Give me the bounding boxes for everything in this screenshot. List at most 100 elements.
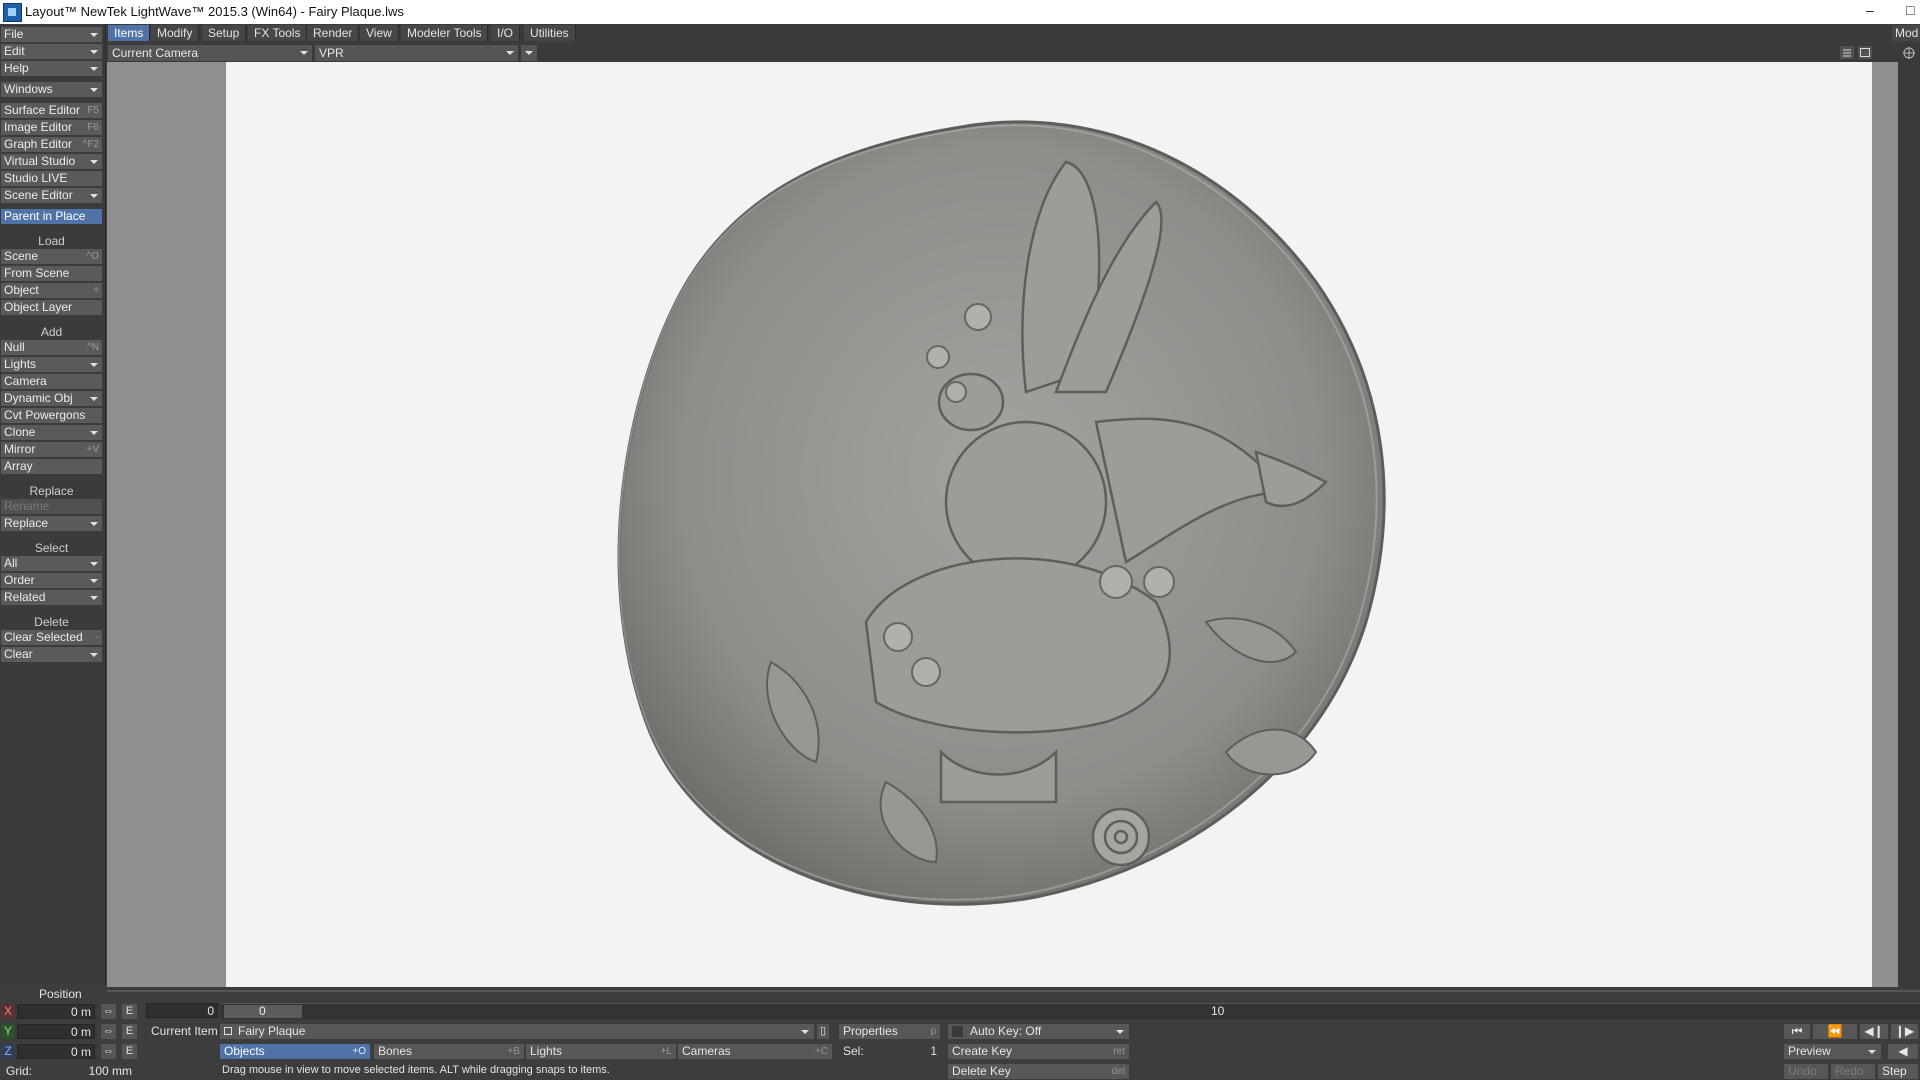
tab-modify[interactable]: Modify: [151, 25, 200, 41]
cvt-powergons-label: Cvt Powergons: [4, 408, 86, 422]
tab-setup[interactable]: Setup: [202, 25, 247, 41]
mirror-button[interactable]: Mirror +V: [1, 442, 102, 457]
add-null-button[interactable]: Null ^N: [1, 340, 102, 355]
position-y-field[interactable]: 0 m: [17, 1024, 95, 1039]
x-reset-icon[interactable]: ⇔: [101, 1004, 116, 1019]
item-lock-icon[interactable]: ▯: [817, 1024, 829, 1039]
current-frame-marker[interactable]: 0: [224, 1005, 302, 1018]
step-field[interactable]: Step: [1878, 1064, 1918, 1079]
load-from-scene-button[interactable]: From Scene: [1, 266, 102, 281]
item-type-objects[interactable]: Objects +O: [220, 1044, 370, 1059]
tab-view[interactable]: View: [360, 25, 399, 41]
graph-editor-button[interactable]: Graph Editor ^F2: [1, 137, 102, 152]
load-section-heading: Load: [38, 234, 65, 248]
preview-select[interactable]: Preview: [1784, 1044, 1881, 1059]
z-envelope-button[interactable]: E: [122, 1044, 137, 1059]
clear-selected-button[interactable]: Clear Selected -: [1, 630, 102, 645]
chevron-down-icon: [90, 397, 98, 401]
array-button[interactable]: Array: [1, 459, 102, 474]
cvt-powergons-button[interactable]: Cvt Powergons: [1, 408, 102, 423]
create-key-button[interactable]: Create Key ret: [948, 1044, 1129, 1059]
redo-button[interactable]: Redo: [1831, 1064, 1875, 1079]
grid-size-field[interactable]: 100 mm: [60, 1064, 135, 1079]
edit-menu[interactable]: Edit: [1, 44, 102, 59]
current-item-select[interactable]: Fairy Plaque: [220, 1024, 814, 1039]
render-mode-select[interactable]: VPR: [315, 45, 518, 61]
step-back-icon[interactable]: ◀❙: [1860, 1024, 1888, 1039]
create-key-label: Create Key: [952, 1044, 1013, 1058]
replace-menu[interactable]: Replace: [1, 516, 102, 531]
load-object-button[interactable]: Object +: [1, 283, 102, 298]
tab-modeler-switch[interactable]: Mod: [1892, 25, 1920, 41]
tab-utilities[interactable]: Utilities: [524, 25, 576, 41]
image-editor-button[interactable]: Image Editor F6: [1, 120, 102, 135]
virtual-studio-menu[interactable]: Virtual Studio: [1, 154, 102, 169]
play-forward-icon[interactable]: ❙▶: [1891, 1024, 1918, 1039]
shortcut-hint: ^F2: [82, 139, 99, 150]
item-type-lights[interactable]: Lights +L: [526, 1044, 676, 1059]
camera-select[interactable]: Current Camera: [108, 45, 312, 61]
z-reset-icon[interactable]: ⇔: [101, 1044, 116, 1059]
tab-items[interactable]: Items: [108, 25, 151, 41]
previous-key-icon[interactable]: ⏪: [1813, 1024, 1857, 1039]
timeline[interactable]: 0 0 10: [107, 990, 1920, 1020]
virtual-studio-label: Virtual Studio: [4, 154, 76, 168]
surface-editor-button[interactable]: Surface Editor F5: [1, 103, 102, 118]
scene-editor-menu[interactable]: Scene Editor: [1, 188, 102, 203]
viewport-list-icon[interactable]: [1840, 46, 1854, 59]
current-item-label: Current Item: [151, 1024, 218, 1038]
add-lights-menu[interactable]: Lights: [1, 357, 102, 372]
select-related-menu[interactable]: Related: [1, 590, 102, 605]
minimize-button[interactable]: –: [1866, 2, 1874, 18]
help-menu[interactable]: Help: [1, 61, 102, 76]
properties-button[interactable]: Properties p: [839, 1024, 940, 1039]
tab-io[interactable]: I/O: [491, 25, 521, 41]
graph-editor-label: Graph Editor: [4, 137, 73, 151]
position-z-field[interactable]: 0 m: [17, 1044, 95, 1059]
load-scene-button[interactable]: Scene ^O: [1, 249, 102, 264]
chevron-down-icon: [90, 160, 98, 164]
tab-modeler-tools[interactable]: Modeler Tools: [401, 25, 489, 41]
goto-start-icon[interactable]: ⏮: [1784, 1024, 1810, 1039]
start-frame-field[interactable]: 0: [146, 1003, 218, 1018]
add-camera-button[interactable]: Camera: [1, 374, 102, 389]
select-order-menu[interactable]: Order: [1, 573, 102, 588]
render-canvas[interactable]: [226, 62, 1872, 987]
tab-render[interactable]: Render: [307, 25, 360, 41]
item-type-bones[interactable]: Bones +B: [374, 1044, 524, 1059]
tab-fx-tools[interactable]: FX Tools: [248, 25, 308, 41]
y-reset-icon[interactable]: ⇔: [101, 1024, 116, 1039]
studio-live-button[interactable]: Studio LIVE: [1, 171, 102, 186]
lightwave-app-icon: [3, 3, 22, 22]
load-object-layer-button[interactable]: Object Layer: [1, 300, 102, 315]
clone-menu[interactable]: Clone: [1, 425, 102, 440]
x-envelope-button[interactable]: E: [122, 1004, 137, 1019]
image-editor-label: Image Editor: [4, 120, 73, 134]
replace-label: Replace: [4, 516, 49, 530]
add-dynamic-obj-menu[interactable]: Dynamic Obj: [1, 391, 102, 406]
position-x-field[interactable]: 0 m: [17, 1004, 95, 1019]
move-view-icon[interactable]: [1902, 46, 1916, 60]
play-reverse-icon[interactable]: ◀: [1888, 1044, 1918, 1059]
viewport-maximize-icon[interactable]: [1858, 46, 1872, 59]
clear-menu[interactable]: Clear: [1, 647, 102, 662]
properties-label: Properties: [843, 1024, 898, 1038]
viewport-options-dropdown[interactable]: [521, 45, 537, 61]
parent-in-place-toggle[interactable]: Parent in Place: [1, 209, 102, 224]
select-section-heading: Select: [34, 541, 69, 555]
current-frame-value: 0: [259, 1004, 266, 1018]
auto-key-label: Auto Key: Off: [970, 1024, 1042, 1038]
auto-key-select[interactable]: Auto Key: Off: [948, 1024, 1129, 1039]
clone-label: Clone: [4, 425, 36, 439]
undo-button[interactable]: Undo: [1784, 1064, 1828, 1079]
delete-key-button[interactable]: Delete Key del: [948, 1064, 1129, 1079]
y-envelope-button[interactable]: E: [122, 1024, 137, 1039]
timeline-track[interactable]: 0 10: [220, 1003, 1920, 1019]
array-label: Array: [4, 459, 33, 473]
windows-menu[interactable]: Windows: [1, 82, 102, 97]
select-all-menu[interactable]: All: [1, 556, 102, 571]
item-type-cameras[interactable]: Cameras +C: [678, 1044, 832, 1059]
maximize-button[interactable]: □: [1906, 2, 1914, 18]
file-menu[interactable]: File: [1, 27, 102, 42]
fairy-plaque-render: [617, 120, 1386, 906]
